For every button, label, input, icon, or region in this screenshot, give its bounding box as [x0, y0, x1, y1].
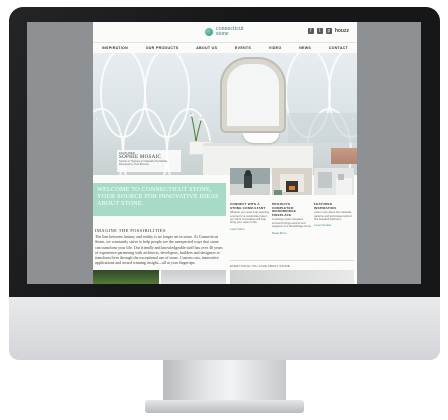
imagine-heading: IMAGINE THE POSSIBILITIES	[95, 228, 166, 233]
folded-towels	[331, 148, 357, 164]
welcome-text: WELCOME TO CONNECTICUT STONE, YOUR SOURC…	[97, 186, 219, 207]
thumbnail-image[interactable]	[93, 270, 159, 284]
feature-column-fireplace: PROJECTS COMPLETED: WOODBRIDGE FIREPLACE…	[272, 168, 312, 235]
feature-column-consultant: CONNECT WITH A STONE CONSULTANT Whether …	[230, 168, 270, 231]
site-logo[interactable]: connecticut stone	[205, 26, 252, 37]
intro-paragraph: The line between fantasy and reality is …	[95, 234, 223, 266]
learn-details-link[interactable]: Learn Details	[314, 223, 354, 227]
monitor-chin	[9, 297, 440, 360]
facebook-icon[interactable]: f	[307, 28, 314, 34]
consultant-image[interactable]	[230, 168, 270, 195]
inspiration-image[interactable]	[314, 168, 354, 195]
houzz-icon[interactable]: houzz	[335, 28, 349, 34]
column-body: A striking custom fireplace surround bri…	[272, 218, 312, 229]
nav-video[interactable]: VIDEO	[269, 46, 282, 50]
nav-our-products[interactable]: OUR PRODUCTS	[146, 46, 179, 50]
feature-column-inspiration: FEATURED INSPIRATION Learn more about th…	[314, 168, 354, 227]
column-body: Whether you need help selecting a stone …	[230, 211, 270, 225]
hero-slider[interactable]: ‹ › FEATURED SOPHIE MOSAIC Sophie in Tha…	[93, 53, 357, 175]
ornate-mirror	[222, 59, 284, 131]
twitter-icon[interactable]: t	[316, 28, 323, 34]
monitor-foot	[145, 400, 304, 413]
column-title: CONNECT WITH A STONE CONSULTANT	[230, 202, 266, 210]
fireplace-image[interactable]	[272, 168, 312, 195]
thumbnail-image[interactable]	[160, 270, 226, 284]
main-nav: INSPIRATION OUR PRODUCTS ABOUT US EVENTS…	[93, 42, 357, 53]
column-title: PROJECTS COMPLETED: WOODBRIDGE FIREPLACE	[272, 202, 296, 217]
footer-banner-image	[230, 270, 354, 284]
nav-events[interactable]: EVENTS	[235, 46, 251, 50]
caption-credit: Designed by Tina Brunner	[119, 163, 149, 166]
hero-caption: FEATURED SOPHIE MOSAIC Sophie in Thassos…	[117, 150, 181, 172]
bottom-thumbnails	[93, 270, 226, 284]
monitor-stand	[163, 360, 286, 402]
section-divider	[230, 260, 354, 261]
nav-about-us[interactable]: ABOUT US	[196, 46, 217, 50]
logo-name-second: stone	[216, 31, 229, 37]
vessel-sink	[243, 133, 279, 143]
nav-inspiration[interactable]: INSPIRATION	[102, 46, 128, 50]
slider-next-arrow-icon[interactable]: ›	[352, 117, 354, 123]
footer-tagline: EVERYTHING YOU LOVE ABOUT STONE	[230, 264, 290, 268]
column-body: Learn more about the materials, patterns…	[314, 211, 353, 221]
monitor-screen: connecticut stone f t p houzz INSPIRATIO…	[27, 22, 421, 284]
social-links: f t p houzz	[307, 28, 349, 34]
learn-more-link[interactable]: Learn More	[230, 227, 270, 231]
slider-prev-arrow-icon[interactable]: ‹	[96, 117, 98, 123]
pinterest-icon[interactable]: p	[325, 28, 332, 34]
column-title: FEATURED INSPIRATION	[314, 202, 336, 210]
welcome-banner: WELCOME TO CONNECTICUT STONE, YOUR SOURC…	[93, 183, 226, 216]
orchid-plant	[189, 111, 203, 144]
nav-news[interactable]: NEWS	[299, 46, 311, 50]
nav-contact[interactable]: CONTACT	[329, 46, 348, 50]
read-more-link[interactable]: Read More	[272, 231, 312, 235]
logo-mark-icon	[205, 28, 213, 36]
website-page: connecticut stone f t p houzz INSPIRATIO…	[93, 22, 357, 284]
